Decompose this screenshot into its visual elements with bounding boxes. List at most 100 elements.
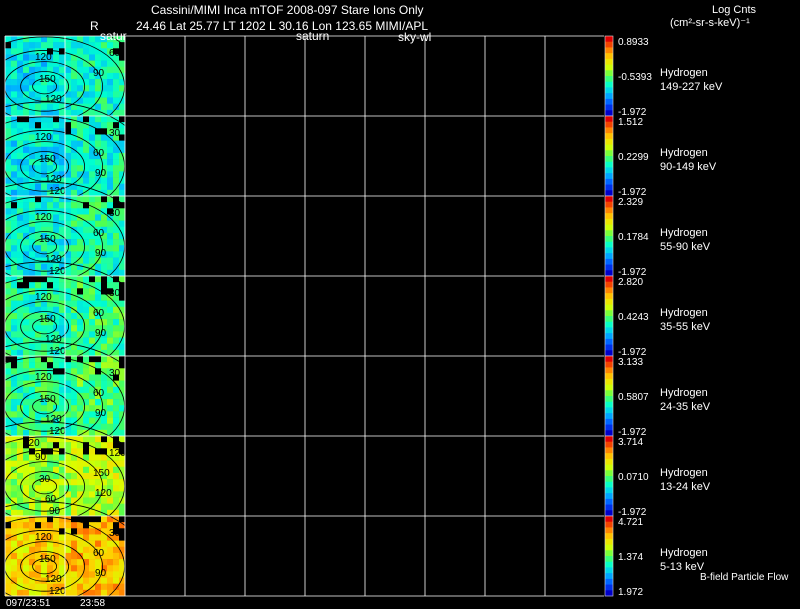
overlap-label-1: satur xyxy=(100,29,127,43)
heatmap-cell xyxy=(107,91,114,98)
colorbar-tick-label: -0.5393 xyxy=(618,72,652,83)
heatmap-cell xyxy=(83,466,90,474)
heatmap-cell xyxy=(119,423,126,431)
heatmap-cell xyxy=(77,208,84,215)
heatmap-cell xyxy=(77,583,84,591)
heatmap-cell xyxy=(101,202,108,209)
colorbar-segment xyxy=(605,413,613,420)
contour-label: 120 xyxy=(45,94,62,105)
heatmap-cell xyxy=(71,362,78,369)
colorbar-segment xyxy=(605,533,613,540)
colorbar-segment xyxy=(605,373,613,380)
heatmap-cell xyxy=(29,202,36,209)
heatmap-cell xyxy=(113,171,120,178)
heatmap-cell xyxy=(95,479,102,486)
heatmap-cell xyxy=(89,534,96,541)
heatmap-cell xyxy=(77,362,84,369)
heatmap-cell xyxy=(77,140,84,148)
heatmap-cell xyxy=(41,405,48,412)
time-label-right: 23:58 xyxy=(80,598,106,609)
heatmap-cell xyxy=(71,208,78,215)
heatmap-cell xyxy=(59,66,66,74)
heatmap-cell xyxy=(59,109,66,117)
heatmap-cell xyxy=(83,312,90,320)
heatmap-cell xyxy=(71,472,78,480)
heatmap-cell xyxy=(11,485,18,492)
heatmap-cell xyxy=(95,442,102,449)
colorbar-segment xyxy=(605,436,613,443)
contour-label: 60 xyxy=(93,308,105,319)
heatmap-cell xyxy=(17,589,24,597)
heatmap-cell xyxy=(11,300,18,308)
heatmap-cell xyxy=(23,122,30,129)
heatmap-cell xyxy=(71,540,78,548)
heatmap-cell xyxy=(101,300,108,308)
heatmap-cell xyxy=(23,116,30,123)
heatmap-cell xyxy=(17,552,24,560)
heatmap-cell xyxy=(119,140,126,148)
heatmap-cell xyxy=(11,411,18,418)
heatmap-cell xyxy=(95,503,102,511)
heatmap-cell xyxy=(23,282,30,289)
colorbar-segment xyxy=(605,144,613,151)
heatmap-cell xyxy=(107,306,114,314)
heatmap-cell xyxy=(119,583,126,591)
heatmap-cell xyxy=(101,54,108,61)
heatmap-cell xyxy=(107,152,114,160)
heatmap-cell xyxy=(71,479,78,486)
heatmap-cell xyxy=(95,122,102,129)
heatmap-cell xyxy=(35,503,42,511)
heatmap-cell xyxy=(11,349,18,357)
heatmap-cell xyxy=(11,85,18,92)
heatmap-cell xyxy=(11,165,18,172)
heatmap-cell xyxy=(11,202,18,209)
heatmap-cell xyxy=(119,540,126,548)
colorbar-segment xyxy=(605,578,613,585)
heatmap-cell xyxy=(59,362,66,369)
heatmap-cell xyxy=(23,202,30,209)
heatmap-cell xyxy=(11,159,18,166)
heatmap-cell xyxy=(17,312,24,320)
heatmap-cell xyxy=(83,66,90,74)
heatmap-cell xyxy=(89,239,96,246)
heatmap-cell xyxy=(95,196,102,203)
heatmap-cell xyxy=(11,79,18,86)
heatmap-cell xyxy=(107,103,114,111)
colorbar-segment xyxy=(605,127,613,134)
heatmap-cell xyxy=(83,552,90,560)
heatmap-cell xyxy=(29,331,36,338)
heatmap-cell xyxy=(5,337,12,344)
heatmap-cell xyxy=(17,374,24,381)
heatmap-cell xyxy=(11,516,18,523)
heatmap-cell xyxy=(41,146,48,154)
colorbar-segment xyxy=(605,230,613,237)
heatmap-cell xyxy=(65,577,72,584)
heatmap-cell xyxy=(77,429,84,437)
colorbar-segment xyxy=(605,458,613,465)
heatmap-cell xyxy=(95,116,102,123)
heatmap-cell xyxy=(53,134,60,141)
heatmap-cell xyxy=(23,454,30,461)
heatmap-cell xyxy=(11,42,18,49)
colorbar-segment xyxy=(605,104,613,111)
heatmap-cell xyxy=(5,128,12,135)
heatmap-cell xyxy=(65,91,72,98)
heatmap-cell xyxy=(65,122,72,129)
heatmap-cell xyxy=(89,479,96,486)
contour-label: 150 xyxy=(39,314,56,325)
colorbar-segment xyxy=(605,510,613,517)
colorbar-segment xyxy=(605,401,613,408)
heatmap-cell xyxy=(101,294,108,301)
heatmap-cell xyxy=(59,134,66,141)
colorbar-segment xyxy=(605,87,613,94)
heatmap-cell xyxy=(89,356,96,363)
heatmap-cell xyxy=(107,146,114,154)
colorbar-tick-label: 0.4243 xyxy=(618,312,649,323)
energy-label: 5-13 keV xyxy=(660,561,705,573)
heatmap-cell xyxy=(35,282,42,289)
heatmap-cell xyxy=(5,405,12,412)
heatmap-cell xyxy=(77,48,84,55)
heatmap-cell xyxy=(53,460,60,468)
heatmap-cell xyxy=(107,245,114,252)
heatmap-cell xyxy=(113,177,120,184)
